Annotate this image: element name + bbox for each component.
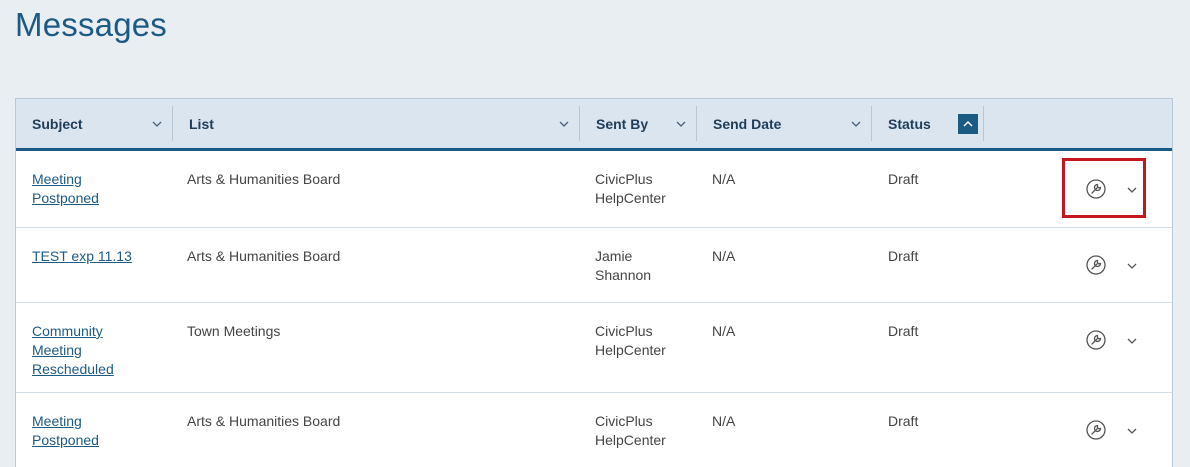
chevron-down-icon[interactable] — [675, 118, 687, 130]
messages-table: Subject List Sent By Send Date Status Me… — [15, 98, 1173, 467]
row-actions — [1052, 303, 1172, 392]
page-title: Messages — [15, 6, 168, 43]
subject-cell: Community Meeting Rescheduled — [32, 322, 122, 379]
sent-by-cell: CivicPlus HelpCenter — [595, 413, 666, 448]
sort-ascending-icon — [963, 121, 973, 127]
table-row: Meeting Postponed Arts & Humanities Boar… — [16, 393, 1172, 467]
column-header-send-date[interactable]: Send Date — [697, 99, 872, 148]
row-actions — [1052, 151, 1172, 227]
subject-link[interactable]: Community Meeting Rescheduled — [32, 323, 114, 377]
chevron-down-icon[interactable] — [850, 118, 862, 130]
list-cell: Arts & Humanities Board — [187, 413, 341, 429]
column-header-subject[interactable]: Subject — [16, 99, 173, 148]
column-header-status[interactable]: Status — [872, 99, 984, 148]
column-header-label: List — [189, 115, 214, 132]
wrench-icon[interactable] — [1085, 254, 1107, 276]
row-actions — [1052, 228, 1172, 302]
table-row: Community Meeting Rescheduled Town Meeti… — [16, 303, 1172, 393]
subject-link[interactable]: TEST exp 11.13 — [32, 248, 132, 264]
sort-ascending-button[interactable] — [958, 114, 978, 134]
status-cell: Draft — [888, 413, 919, 429]
table-header: Subject List Sent By Send Date Status — [16, 99, 1172, 151]
subject-link[interactable]: Meeting Postponed — [32, 171, 99, 206]
subject-link[interactable]: Meeting Postponed — [32, 413, 99, 448]
chevron-down-icon[interactable] — [1125, 334, 1139, 348]
wrench-icon[interactable] — [1085, 419, 1107, 441]
chevron-down-icon[interactable] — [1125, 183, 1139, 197]
sent-by-cell: CivicPlus HelpCenter — [595, 323, 666, 358]
column-header-sent-by[interactable]: Sent By — [580, 99, 697, 148]
status-cell: Draft — [888, 323, 919, 339]
chevron-down-icon[interactable] — [151, 118, 163, 130]
wrench-icon[interactable] — [1085, 178, 1107, 200]
column-header-list[interactable]: List — [173, 99, 580, 148]
chevron-down-icon[interactable] — [558, 118, 570, 130]
status-cell: Draft — [888, 248, 919, 264]
list-cell: Arts & Humanities Board — [187, 171, 341, 187]
status-cell: Draft — [888, 171, 919, 187]
wrench-icon[interactable] — [1085, 329, 1107, 351]
chevron-down-icon[interactable] — [1125, 259, 1139, 273]
subject-cell: Meeting Postponed — [32, 170, 122, 208]
send-date-cell: N/A — [712, 323, 736, 339]
chevron-down-icon[interactable] — [1125, 424, 1139, 438]
column-header-label: Send Date — [713, 115, 782, 132]
sent-by-cell: CivicPlus HelpCenter — [595, 171, 666, 206]
send-date-cell: N/A — [712, 413, 736, 429]
table-row: Meeting Postponed Arts & Humanities Boar… — [16, 151, 1172, 228]
send-date-cell: N/A — [712, 171, 736, 187]
list-cell: Arts & Humanities Board — [187, 248, 341, 264]
row-actions — [1052, 393, 1172, 467]
send-date-cell: N/A — [712, 248, 736, 264]
column-header-label: Sent By — [596, 115, 649, 132]
list-cell: Town Meetings — [187, 323, 281, 339]
column-divider — [983, 106, 984, 141]
sent-by-cell: Jamie Shannon — [595, 248, 652, 283]
column-header-label: Subject — [32, 115, 83, 132]
table-row: TEST exp 11.13 Arts & Humanities Board J… — [16, 228, 1172, 303]
subject-cell: TEST exp 11.13 — [32, 247, 142, 266]
column-header-label: Status — [888, 115, 931, 132]
subject-cell: Meeting Postponed — [32, 412, 122, 450]
